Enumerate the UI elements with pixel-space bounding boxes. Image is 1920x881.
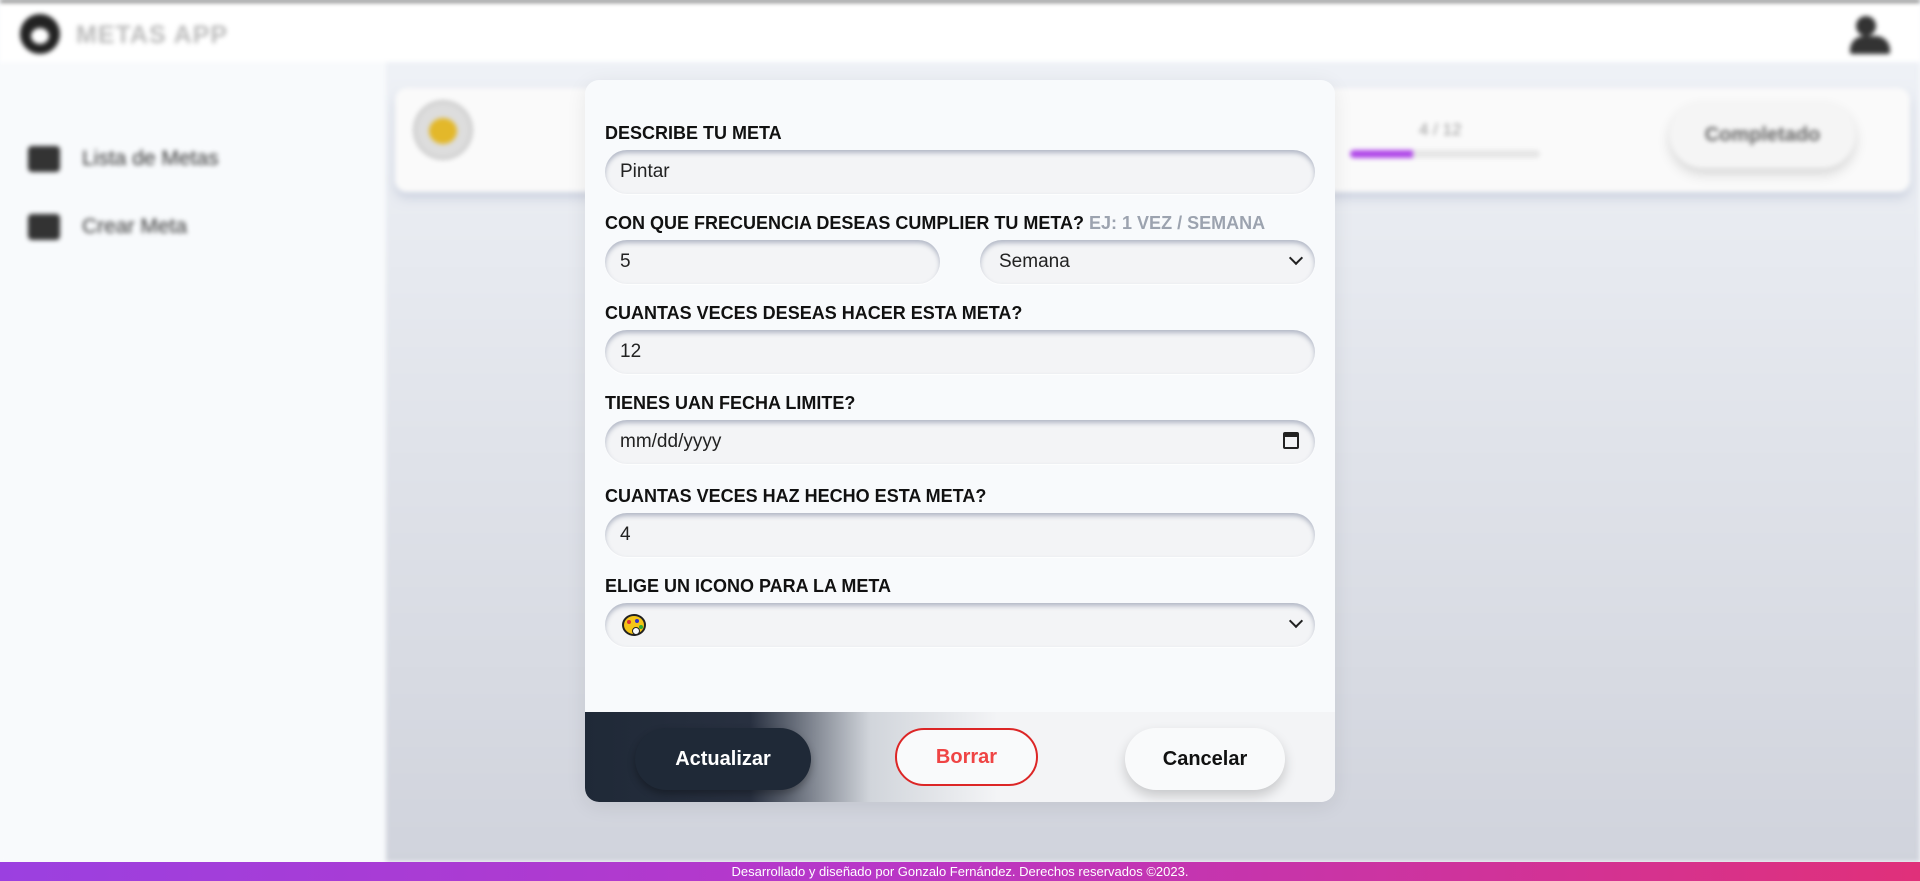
total-input-value: 12 — [620, 341, 642, 362]
frequency-label: CON QUE FRECUENCIA DESEAS CUMPLIER TU ME… — [605, 213, 1265, 234]
done-input[interactable]: 4 — [605, 513, 1315, 557]
describe-label: DESCRIBE TU META — [605, 123, 782, 143]
cancel-button[interactable]: Cancelar — [1125, 728, 1285, 790]
delete-button[interactable]: Borrar — [895, 728, 1038, 786]
frequency-label-text: CON QUE FRECUENCIA DESEAS CUMPLIER TU ME… — [605, 213, 1085, 233]
frequency-hint: EJ: 1 VEZ / SEMANA — [1089, 213, 1266, 233]
period-select[interactable]: Semana — [980, 240, 1315, 284]
frequency-input-value: 5 — [620, 251, 631, 272]
modal-actions: Actualizar Borrar Cancelar — [585, 712, 1335, 802]
total-input[interactable]: 12 — [605, 330, 1315, 374]
app-title[interactable]: METAS APP — [76, 21, 228, 50]
chevron-down-icon — [1288, 613, 1304, 629]
update-button[interactable]: Actualizar — [635, 728, 811, 790]
done-input-value: 4 — [620, 524, 631, 545]
app-logo-icon[interactable] — [20, 14, 60, 54]
deadline-date-input[interactable]: mm/dd/yyyy — [605, 420, 1315, 464]
period-select-value: Semana — [999, 251, 1070, 272]
icon-select[interactable] — [605, 603, 1315, 647]
deadline-label: TIENES UAN FECHA LIMITE? — [605, 393, 856, 413]
done-label: CUANTAS VECES HAZ HECHO ESTA META? — [605, 486, 987, 506]
describe-input[interactable]: Pintar — [605, 150, 1315, 194]
frequency-input[interactable]: 5 — [605, 240, 940, 284]
describe-input-value: Pintar — [620, 161, 670, 182]
palette-icon — [622, 614, 646, 636]
total-label: CUANTAS VECES DESEAS HACER ESTA META? — [605, 303, 1023, 323]
user-icon[interactable] — [1850, 16, 1890, 54]
icon-label: ELIGE UN ICONO PARA LA META — [605, 576, 891, 596]
deadline-placeholder: mm/dd/yyyy — [620, 431, 722, 452]
top-navbar: METAS APP — [0, 0, 1920, 62]
chevron-down-icon — [1288, 250, 1304, 266]
calendar-icon[interactable] — [1283, 432, 1299, 449]
edit-goal-modal: DESCRIBE TU META Pintar CON QUE FRECUENC… — [585, 80, 1335, 802]
page-footer: Desarrollado y diseñado por Gonzalo Fern… — [0, 862, 1920, 881]
